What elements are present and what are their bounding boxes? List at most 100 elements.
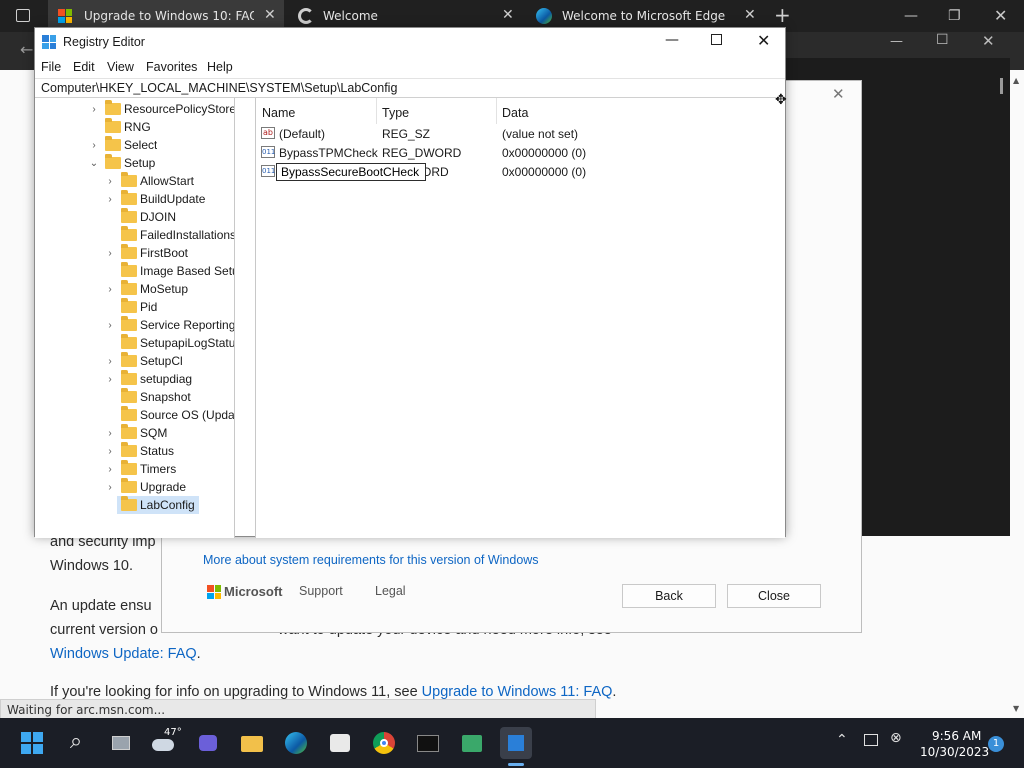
close-button[interactable]: Close bbox=[727, 584, 821, 608]
address-bar[interactable]: Computer\HKEY_LOCAL_MACHINE\SYSTEM\Setup… bbox=[35, 78, 785, 98]
chevron-right-icon[interactable]: › bbox=[89, 140, 99, 151]
close-icon[interactable]: ✕ bbox=[264, 7, 276, 23]
tree-node[interactable]: › Status bbox=[35, 442, 234, 460]
upgrade-windows-11-link[interactable]: Upgrade to Windows 11: FAQ bbox=[422, 684, 613, 700]
tree-node[interactable]: FailedInstallations bbox=[35, 226, 234, 244]
close-icon[interactable]: ✕ bbox=[994, 6, 1007, 25]
tree-node[interactable]: › Timers bbox=[35, 460, 234, 478]
tree-node[interactable]: › SetupCl bbox=[35, 352, 234, 370]
chevron-right-icon[interactable]: › bbox=[105, 374, 115, 385]
chevron-right-icon[interactable]: › bbox=[105, 176, 115, 187]
tree-node[interactable]: › FirstBoot bbox=[35, 244, 234, 262]
chevron-right-icon[interactable]: › bbox=[105, 320, 115, 331]
back-button[interactable]: Back bbox=[622, 584, 716, 608]
chevron-up-icon[interactable]: ⌃ bbox=[836, 732, 848, 748]
window-scrollbar[interactable] bbox=[1000, 78, 1003, 94]
column-divider[interactable] bbox=[376, 98, 377, 124]
store-icon[interactable] bbox=[324, 727, 356, 759]
menu-edit[interactable]: Edit bbox=[73, 60, 95, 74]
restore-icon[interactable]: ☐ bbox=[936, 32, 949, 48]
clock-time[interactable]: 9:56 AM bbox=[932, 729, 981, 743]
chevron-right-icon[interactable]: › bbox=[105, 194, 115, 205]
windows-update-faq-link[interactable]: Windows Update: FAQ bbox=[50, 646, 197, 662]
tree-node[interactable]: › Select bbox=[35, 136, 234, 154]
notification-badge[interactable]: 1 bbox=[988, 736, 1004, 752]
tree-node-label: Snapshot bbox=[140, 390, 191, 404]
maximize-icon[interactable] bbox=[711, 34, 722, 45]
tree-node[interactable]: › AllowStart bbox=[35, 172, 234, 190]
meet-icon[interactable] bbox=[192, 727, 224, 759]
back-arrow-icon[interactable]: ← bbox=[20, 40, 33, 59]
tree-node[interactable]: › setupdiag bbox=[35, 370, 234, 388]
minimize-icon[interactable]: — bbox=[890, 34, 903, 49]
install-icon[interactable] bbox=[456, 727, 488, 759]
chevron-right-icon[interactable]: › bbox=[105, 446, 115, 457]
close-icon[interactable]: ✕ bbox=[502, 7, 514, 23]
tree-node[interactable]: › ResourcePolicyStore bbox=[35, 100, 234, 118]
regedit-taskbar-icon[interactable] bbox=[500, 727, 532, 759]
value-row[interactable]: ab (Default) REG_SZ (value not set) bbox=[256, 124, 786, 142]
tree-node-labconfig[interactable]: LabConfig bbox=[117, 496, 199, 514]
weather-icon[interactable]: 47° bbox=[148, 727, 182, 759]
tree-node[interactable]: DJOIN bbox=[35, 208, 234, 226]
chevron-right-icon[interactable]: › bbox=[105, 248, 115, 259]
support-link[interactable]: Support bbox=[299, 584, 343, 598]
column-header-type[interactable]: Type bbox=[382, 106, 409, 120]
edge-icon[interactable] bbox=[280, 727, 312, 759]
chevron-right-icon[interactable]: › bbox=[105, 284, 115, 295]
tree-node[interactable]: SetupapiLogStatu bbox=[35, 334, 234, 352]
volume-muted-icon[interactable]: ⊗ bbox=[890, 730, 902, 746]
chevron-right-icon[interactable]: › bbox=[105, 428, 115, 439]
menu-favorites[interactable]: Favorites bbox=[146, 60, 197, 74]
restore-icon[interactable]: ❐ bbox=[948, 8, 961, 24]
tree-node[interactable]: Source OS (Updat bbox=[35, 406, 234, 424]
minimize-icon[interactable]: — bbox=[665, 32, 679, 48]
clock-date[interactable]: 10/30/2023 bbox=[920, 745, 989, 759]
new-tab-button[interactable]: + bbox=[774, 3, 791, 27]
task-view-icon[interactable] bbox=[104, 727, 136, 759]
folder-icon bbox=[121, 244, 137, 259]
search-icon[interactable]: ⌕ bbox=[60, 727, 92, 759]
tree-node[interactable]: › MoSetup bbox=[35, 280, 234, 298]
legal-link[interactable]: Legal bbox=[375, 584, 406, 598]
chevron-right-icon[interactable]: › bbox=[105, 464, 115, 475]
menu-file[interactable]: File bbox=[41, 60, 61, 74]
value-row[interactable]: 011 BypassTPMCheck REG_DWORD 0x00000000 … bbox=[256, 143, 786, 161]
tree-node[interactable]: › Upgrade bbox=[35, 478, 234, 496]
tree-node[interactable]: › BuildUpdate bbox=[35, 190, 234, 208]
terminal-icon[interactable] bbox=[412, 727, 444, 759]
close-icon[interactable]: ✕ bbox=[982, 32, 995, 50]
minimize-icon[interactable]: — bbox=[904, 8, 918, 24]
tree-node-setup[interactable]: ⌄ Setup bbox=[35, 154, 234, 172]
chrome-icon[interactable] bbox=[368, 727, 400, 759]
column-divider[interactable] bbox=[496, 98, 497, 124]
tree-node[interactable]: RNG bbox=[35, 118, 234, 136]
chevron-right-icon[interactable]: › bbox=[105, 356, 115, 367]
scroll-down-icon[interactable]: ▼ bbox=[1013, 704, 1019, 713]
title-bar[interactable]: Registry Editor — ✕ bbox=[35, 28, 785, 56]
folder-icon bbox=[121, 478, 137, 493]
system-requirements-link[interactable]: More about system requirements for this … bbox=[203, 553, 539, 567]
close-icon[interactable]: ✕ bbox=[757, 31, 770, 50]
tree-node[interactable]: Pid bbox=[35, 298, 234, 316]
start-icon[interactable] bbox=[16, 727, 48, 759]
tree-node[interactable]: Image Based Setu bbox=[35, 262, 234, 280]
close-icon[interactable]: ✕ bbox=[832, 85, 845, 103]
close-icon[interactable]: ✕ bbox=[744, 7, 756, 23]
chevron-down-icon[interactable]: ⌄ bbox=[89, 158, 99, 169]
webpage-scrollbar[interactable]: ▲ ▼ bbox=[1010, 70, 1024, 718]
rename-value-input[interactable] bbox=[276, 163, 426, 181]
chevron-right-icon[interactable]: › bbox=[105, 482, 115, 493]
chevron-right-icon[interactable]: › bbox=[89, 104, 99, 115]
menu-view[interactable]: View bbox=[107, 60, 134, 74]
tab-actions-icon[interactable] bbox=[16, 9, 30, 22]
tree-node[interactable]: Snapshot bbox=[35, 388, 234, 406]
column-header-name[interactable]: Name bbox=[262, 106, 295, 120]
tree-node[interactable]: › SQM bbox=[35, 424, 234, 442]
network-icon[interactable] bbox=[864, 734, 878, 746]
scroll-up-icon[interactable]: ▲ bbox=[1013, 76, 1019, 85]
file-explorer-icon[interactable] bbox=[236, 727, 268, 759]
menu-help[interactable]: Help bbox=[207, 60, 233, 74]
column-header-data[interactable]: Data bbox=[502, 106, 528, 120]
tree-node[interactable]: › Service Reporting bbox=[35, 316, 234, 334]
